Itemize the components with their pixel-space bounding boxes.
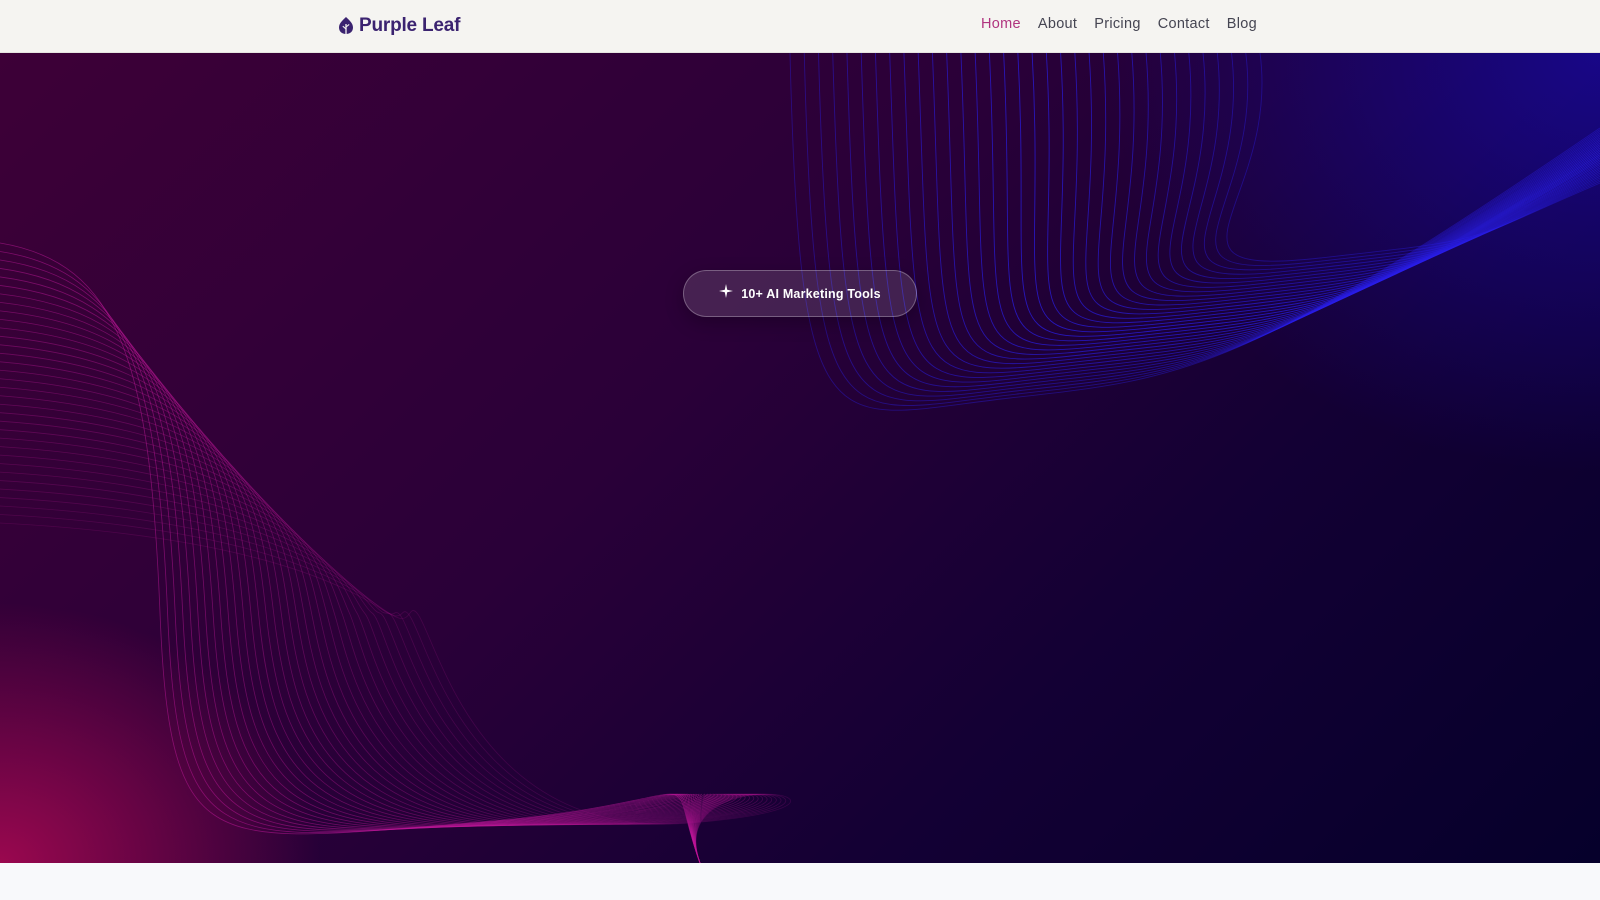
blue-wave-line: [1157, 53, 1600, 288]
pink-wave-line: [0, 361, 712, 863]
hero-section: 10+ AI Marketing Tools: [0, 53, 1600, 863]
blue-wave-line: [1169, 53, 1600, 284]
pink-wave-line: [0, 310, 701, 863]
nav-link-home[interactable]: Home: [981, 16, 1021, 32]
nav-link-about[interactable]: About: [1038, 16, 1077, 32]
pink-wave-line: [0, 293, 701, 863]
brand-logo-link[interactable]: Purple Leaf: [338, 13, 460, 39]
pink-wave-line: [0, 497, 777, 863]
blue-wave-lines: [789, 53, 1600, 411]
next-section-strip: [0, 863, 1600, 900]
pink-wave-line: [0, 301, 701, 863]
nav-link-pricing[interactable]: Pricing: [1094, 16, 1140, 32]
pink-wave-line: [0, 276, 701, 863]
blue-wave-line: [1226, 53, 1600, 262]
nav-link-blog[interactable]: Blog: [1227, 16, 1257, 32]
pink-wave-line: [0, 403, 730, 863]
blue-wave-line: [1192, 53, 1600, 275]
pink-wave-line: [0, 327, 701, 863]
pink-wave-line: [0, 369, 715, 863]
top-navbar: Purple Leaf Home About Pricing Contact B…: [0, 0, 1600, 53]
pink-wave-line: [0, 242, 701, 863]
brand-name: Purple Leaf: [359, 15, 461, 36]
main-nav: Home About Pricing Contact Blog: [981, 16, 1257, 32]
decorative-wave-lines: [0, 53, 1600, 863]
blue-wave-line: [1181, 53, 1600, 280]
pink-wave-line: [0, 259, 701, 863]
pink-wave-line: [0, 378, 719, 863]
leaf-icon: [339, 17, 353, 34]
sparkle-icon: [719, 283, 734, 298]
blue-wave-line: [1145, 53, 1600, 293]
pink-wave-line: [0, 335, 703, 863]
badge-label: 10+ AI Marketing Tools: [741, 286, 881, 301]
pink-wave-line: [0, 285, 701, 863]
pink-wave-line: [0, 268, 701, 863]
nav-link-contact[interactable]: Contact: [1158, 16, 1210, 32]
blue-wave-line: [1203, 53, 1600, 271]
ai-tools-badge[interactable]: 10+ AI Marketing Tools: [683, 270, 917, 317]
pink-wave-lines: [0, 242, 791, 863]
pink-wave-line: [0, 463, 759, 863]
pink-wave-line: [0, 395, 726, 863]
blue-wave-line: [1215, 53, 1600, 266]
pink-wave-line: [0, 251, 701, 863]
